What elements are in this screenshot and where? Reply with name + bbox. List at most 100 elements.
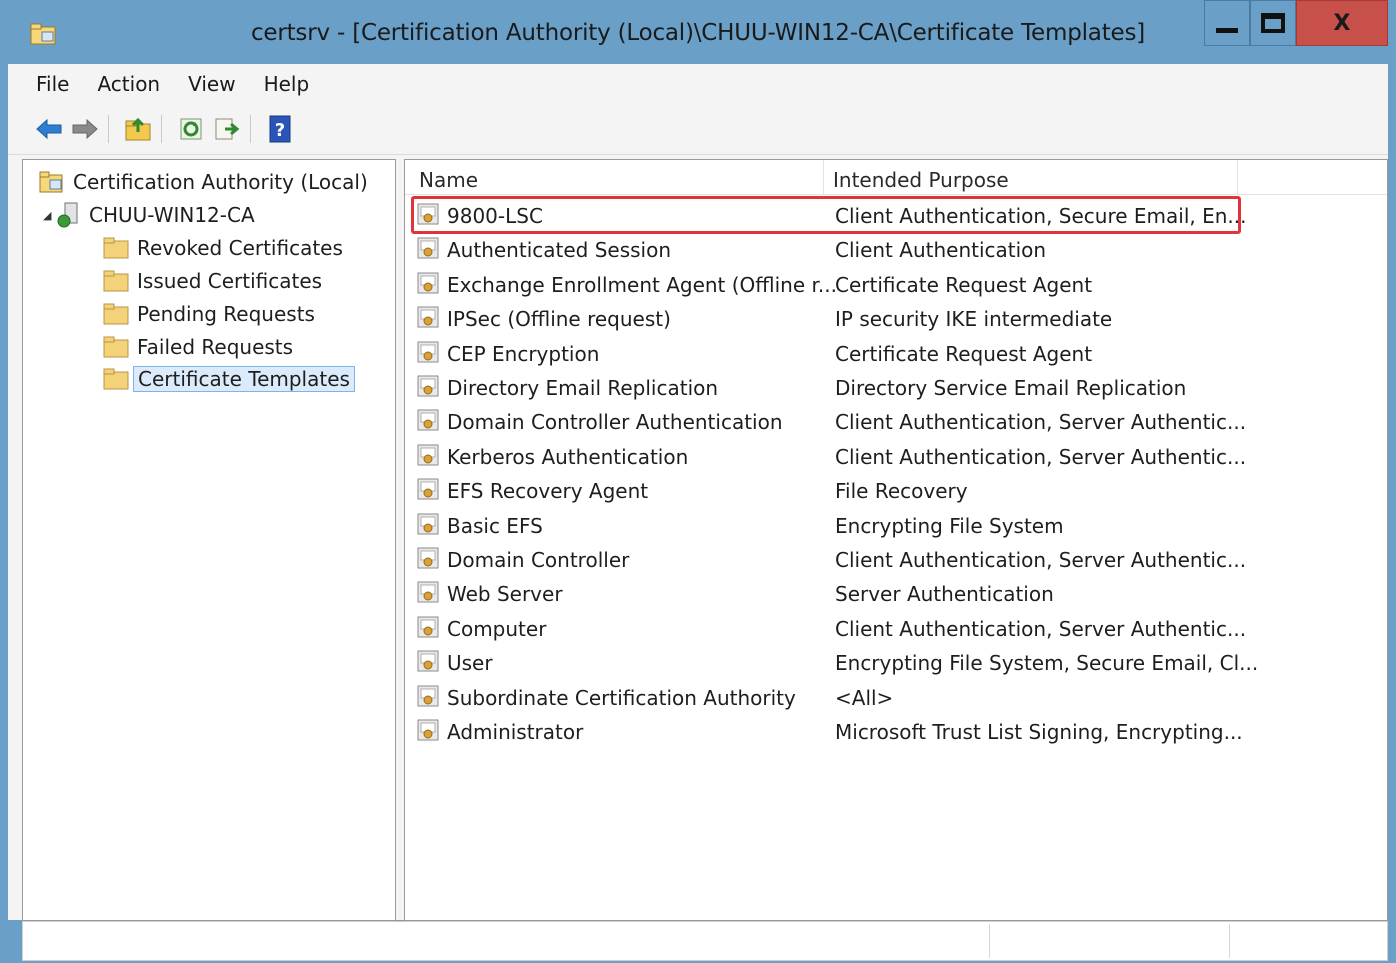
tree-item-certificate-templates[interactable]: Certificate Templates [103, 363, 355, 395]
folder-icon [103, 336, 129, 358]
caption-buttons: X [1204, 0, 1388, 48]
mmc-window: certsrv - [Certification Authority (Loca… [0, 0, 1396, 963]
ca-server-icon [57, 202, 78, 228]
certificate-template-icon [417, 409, 439, 431]
template-name: User [447, 651, 493, 676]
template-name: Directory Email Replication [447, 376, 719, 400]
column-header-intended-purpose[interactable]: Intended Purpose [833, 168, 1009, 192]
template-intended-purpose: Certificate Request Agent [835, 341, 1093, 366]
back-arrow-icon [36, 118, 62, 140]
template-name: Basic EFS [447, 513, 543, 538]
toolbar: ? [8, 104, 1388, 155]
close-icon: X [1333, 10, 1351, 36]
folder-icon [103, 237, 129, 259]
certificate-template-icon [417, 685, 439, 707]
refresh-button[interactable] [176, 114, 206, 144]
tree-label: Revoked Certificates [137, 236, 343, 260]
title-bar[interactable]: certsrv - [Certification Authority (Loca… [8, 0, 1388, 64]
expand-arrow-icon[interactable]: ◢ [43, 209, 57, 222]
template-intended-purpose: Client Authentication, Server Authentic.… [835, 410, 1247, 435]
column-divider[interactable] [823, 160, 824, 194]
certificate-template-icon [417, 478, 439, 500]
menu-view[interactable]: View [174, 72, 249, 96]
certificate-template-icon [417, 547, 439, 569]
template-intended-purpose: Microsoft Trust List Signing, Encrypting… [835, 720, 1243, 744]
toolbar-separator [161, 115, 162, 143]
list-header: Name Intended Purpose [405, 160, 1387, 195]
table-row[interactable]: IPSec (Offline request) IP security IKE i… [405, 301, 1235, 335]
template-name: IPSec (Offline request) [447, 307, 671, 332]
template-intended-purpose: Encrypting File System [835, 513, 1064, 538]
status-divider [989, 924, 990, 958]
minimize-button[interactable] [1204, 0, 1250, 46]
minimize-icon [1216, 27, 1238, 33]
toolbar-separator [250, 115, 251, 143]
highlight-box [411, 196, 1241, 234]
tree-item-failed-requests[interactable]: Failed Requests [103, 331, 293, 363]
certificate-template-icon [417, 306, 439, 328]
template-intended-purpose: Client Authentication, Server Authentic.… [835, 548, 1247, 572]
folder-icon [103, 303, 129, 325]
menu-file[interactable]: File [8, 72, 83, 96]
table-row[interactable]: User Encrypting File System, Secure Email… [405, 645, 1258, 679]
tree-item-pending-requests[interactable]: Pending Requests [103, 298, 315, 330]
tree-item-ca-local[interactable]: Certification Authority (Local) [39, 166, 368, 198]
template-intended-purpose: Server Authentication [835, 582, 1054, 607]
table-row[interactable]: Exchange Enrollment Agent (Offline r... C… [405, 267, 1235, 301]
help-button[interactable]: ? [265, 114, 295, 144]
templates-list: Name Intended Purpose 9800-LSC Client Aut… [404, 159, 1388, 921]
template-intended-purpose: Client Authentication, Server Authentic.… [835, 616, 1247, 641]
table-row[interactable]: Subordinate Certification Authority <All> [405, 680, 1235, 714]
export-list-button[interactable] [212, 114, 242, 144]
menu-action[interactable]: Action [83, 72, 174, 96]
close-button[interactable]: X [1296, 0, 1388, 46]
help-icon: ? [269, 115, 291, 143]
table-row[interactable]: Authenticated Session Client Authenticati… [405, 232, 1235, 266]
certification-authority-icon [39, 171, 63, 193]
table-row[interactable]: EFS Recovery Agent File Recovery [405, 473, 1235, 507]
template-intended-purpose: Directory Service Email Replication [835, 376, 1187, 400]
forward-button[interactable] [70, 114, 100, 144]
table-row[interactable]: CEP Encryption Certificate Request Agent [405, 336, 1235, 370]
menu-help[interactable]: Help [250, 72, 324, 96]
up-one-level-button[interactable] [123, 114, 153, 144]
template-intended-purpose: Client Authentication [835, 238, 1047, 263]
tree-label: Failed Requests [137, 335, 294, 359]
certificate-template-icon [417, 719, 439, 741]
back-button[interactable] [34, 114, 64, 144]
console-tree: Certification Authority (Local) ◢ CHUU-W… [22, 159, 396, 921]
table-row[interactable]: Basic EFS Encrypting File System [405, 508, 1235, 542]
column-header-name[interactable]: Name [419, 168, 478, 192]
console-content: Certification Authority (Local) ◢ CHUU-W… [8, 155, 1388, 921]
tree-label: CHUU-WIN12-CA [89, 203, 255, 227]
folder-icon [103, 270, 129, 292]
maximize-button[interactable] [1250, 0, 1296, 46]
table-row[interactable]: Web Server Server Authentication [405, 576, 1235, 610]
tree-label: Pending Requests [137, 302, 315, 326]
folder-icon [103, 368, 129, 390]
template-name: CEP Encryption [447, 341, 600, 366]
table-row[interactable]: Computer Client Authentication, Server Au… [405, 611, 1246, 645]
table-row[interactable]: Directory Email Replication Directory Ser… [405, 370, 1235, 404]
template-intended-purpose: Certificate Request Agent [835, 272, 1093, 297]
template-name: EFS Recovery Agent [447, 479, 649, 504]
template-name: Administrator [447, 720, 584, 744]
column-divider[interactable] [1237, 160, 1238, 194]
table-row[interactable]: Administrator Microsoft Trust List Signin… [405, 714, 1243, 748]
window-title: certsrv - [Certification Authority (Loca… [250, 20, 1146, 46]
table-row[interactable]: Domain Controller Authentication Client A… [405, 404, 1246, 438]
tree-item-issued-certificates[interactable]: Issued Certificates [103, 265, 322, 297]
certificate-template-icon [417, 616, 439, 638]
template-name: Domain Controller Authentication [447, 410, 783, 435]
tree-label: Certification Authority (Local) [73, 170, 368, 194]
table-row[interactable]: Domain Controller Client Authentication, … [405, 542, 1246, 576]
certificate-template-icon [417, 341, 439, 363]
table-row[interactable]: Kerberos Authentication Client Authentica… [405, 439, 1246, 473]
up-folder-icon [125, 117, 151, 141]
maximize-icon [1261, 13, 1285, 33]
tree-item-ca[interactable]: ◢ CHUU-WIN12-CA [43, 199, 255, 231]
tree-item-revoked-certificates[interactable]: Revoked Certificates [103, 232, 343, 264]
template-intended-purpose: Client Authentication, Server Authentic.… [835, 444, 1247, 469]
menu-bar: File Action View Help [8, 64, 1388, 104]
certificate-template-icon [417, 272, 439, 294]
